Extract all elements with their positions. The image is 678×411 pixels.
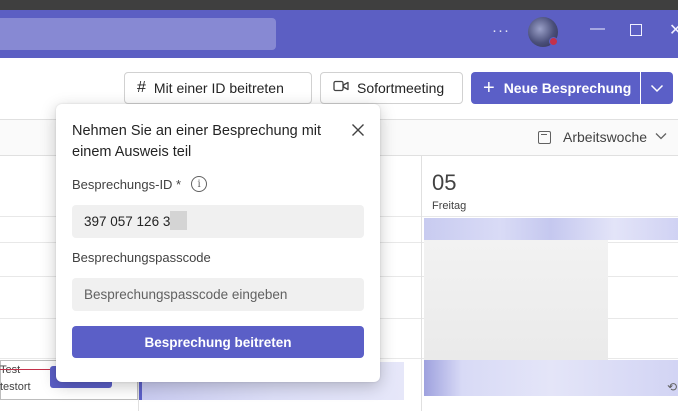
- view-switcher[interactable]: Arbeitswoche: [538, 129, 667, 145]
- search-box[interactable]: [0, 18, 276, 50]
- meet-now-label: Sofortmeeting: [357, 80, 445, 96]
- new-meeting-button[interactable]: + Neue Besprechung: [471, 72, 640, 104]
- blurred-event[interactable]: [424, 218, 678, 240]
- day-name: Freitag: [432, 200, 467, 212]
- info-icon[interactable]: i: [191, 176, 208, 192]
- dialog-title: Nehmen Sie an einer Besprechung mit eine…: [72, 123, 322, 160]
- event-location: testort: [0, 381, 31, 393]
- new-meeting-label: Neue Besprechung: [503, 80, 632, 96]
- meeting-id-label-text: Besprechungs-ID *: [72, 176, 182, 192]
- meet-now-button[interactable]: Sofortmeeting: [320, 72, 463, 104]
- hash-icon: #: [137, 79, 146, 96]
- meeting-id-label: Besprechungs-ID * i: [72, 176, 208, 192]
- day-number: 05: [432, 170, 457, 195]
- new-meeting-dropdown-button[interactable]: [641, 72, 673, 104]
- passcode-label: Besprechungspasscode: [72, 250, 211, 265]
- plus-icon: +: [483, 77, 495, 99]
- sync-icon: ⟲: [667, 380, 678, 394]
- grid-column-divider: [421, 156, 422, 411]
- view-label: Arbeitswoche: [563, 129, 648, 145]
- meeting-id-input[interactable]: [72, 205, 364, 238]
- passcode-input[interactable]: [72, 278, 364, 311]
- close-icon[interactable]: [350, 122, 366, 138]
- window-top-strip: [0, 0, 678, 10]
- minimize-icon[interactable]: —: [590, 20, 605, 37]
- redacted-digits: [170, 211, 187, 230]
- close-window-icon[interactable]: ✕: [669, 20, 678, 40]
- chevron-down-icon: [655, 131, 667, 143]
- calendar-icon: [538, 130, 551, 144]
- join-meeting-button[interactable]: Besprechung beitreten: [72, 326, 364, 358]
- more-icon[interactable]: ···: [492, 22, 510, 39]
- chevron-down-icon: [650, 84, 664, 93]
- blurred-area: [424, 240, 608, 360]
- video-camera-icon: [333, 79, 349, 97]
- join-with-id-button[interactable]: # Mit einer ID beitreten: [124, 72, 312, 104]
- maximize-icon[interactable]: [630, 24, 642, 36]
- join-with-id-label: Mit einer ID beitreten: [153, 80, 284, 96]
- event-title: Test: [0, 364, 21, 376]
- presence-status-icon: [549, 37, 558, 46]
- blurred-event[interactable]: [424, 360, 678, 396]
